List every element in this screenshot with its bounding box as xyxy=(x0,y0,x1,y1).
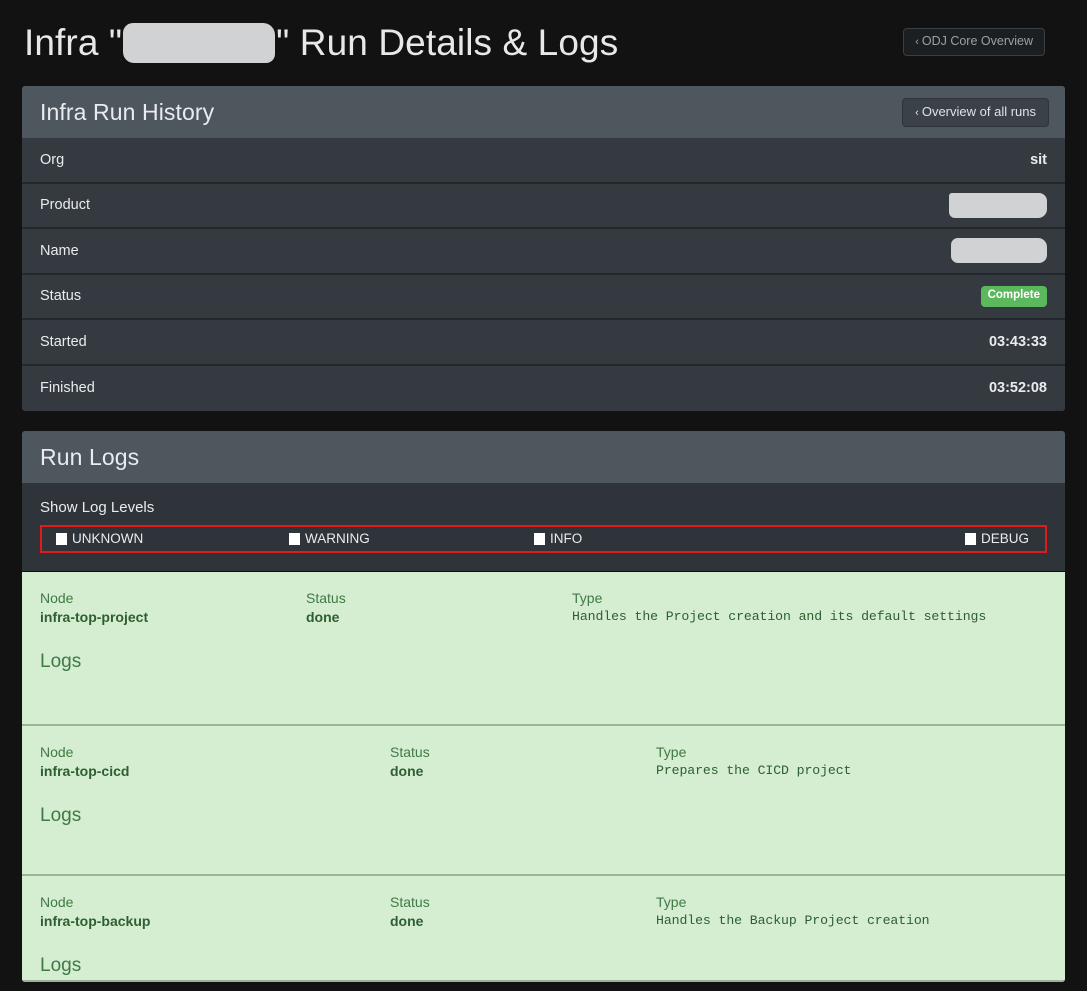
redacted-run-name xyxy=(123,23,276,63)
log-level-info[interactable]: INFO xyxy=(534,531,779,546)
log-level-filter: Show Log Levels UNKNOWN WARNING INFO DEB… xyxy=(22,483,1065,571)
column-header-type: Type xyxy=(572,590,603,606)
checkbox-icon[interactable] xyxy=(56,532,67,545)
list-item[interactable]: Node infra-top-project Status done Type … xyxy=(22,571,1065,726)
page-title-suffix: " Run Details & Logs xyxy=(276,22,619,63)
overview-of-all-runs-label: Overview of all runs xyxy=(921,104,1036,119)
list-item[interactable]: Node infra-top-backup Status done Type H… xyxy=(22,876,1065,982)
table-row: Status Complete xyxy=(22,274,1065,320)
column-header-status: Status xyxy=(306,590,346,606)
log-card-logs-label: Logs xyxy=(40,955,82,976)
log-level-debug-label: DEBUG xyxy=(980,531,1029,546)
run-history-title: Infra Run History xyxy=(40,98,215,125)
overview-of-all-runs-button[interactable]: ‹ Overview of all runs xyxy=(902,98,1049,127)
table-row: Org sit xyxy=(22,138,1065,184)
column-header-status: Status xyxy=(390,894,430,910)
page-header: Infra " " Run Details & Logs ‹ ODJ Core O… xyxy=(22,0,1065,86)
checkbox-icon[interactable] xyxy=(534,532,545,545)
app-root: Infra " " Run Details & Logs ‹ ODJ Core O… xyxy=(0,0,1087,991)
log-card-node-value: infra-top-cicd xyxy=(40,763,130,779)
row-value-started: 03:43:33 xyxy=(988,333,1047,350)
log-card-logs-label: Logs xyxy=(40,805,82,826)
run-logs-title: Run Logs xyxy=(40,443,140,470)
column-header-node: Node xyxy=(40,590,74,606)
row-value-org: sit xyxy=(1030,151,1047,168)
row-key-started: Started xyxy=(40,333,87,350)
column-header-type: Type xyxy=(656,894,687,910)
odj-core-overview-button[interactable]: ‹ ODJ Core Overview xyxy=(903,28,1045,56)
log-level-debug[interactable]: DEBUG xyxy=(779,531,1043,546)
log-card-status-value: done xyxy=(306,609,340,625)
redacted-name-value xyxy=(951,238,1047,264)
column-header-type: Type xyxy=(656,744,687,760)
log-card-logs-label: Logs xyxy=(40,651,82,672)
run-history-header: Infra Run History ‹ Overview of all runs xyxy=(22,86,1065,138)
log-card-type-column: Type Prepares the CICD project xyxy=(656,744,1047,779)
log-card-status-column: Status done xyxy=(306,590,572,625)
row-key-status: Status xyxy=(40,288,82,305)
log-card-status-value: done xyxy=(390,913,424,929)
column-header-node: Node xyxy=(40,894,74,910)
row-key-name: Name xyxy=(40,242,79,259)
chevron-left-icon: ‹ xyxy=(915,36,919,48)
page-title: Infra " " Run Details & Logs xyxy=(24,22,618,64)
column-header-node: Node xyxy=(40,744,74,760)
log-level-warning-label: WARNING xyxy=(305,531,370,546)
log-card-type-value: Handles the Project creation and its def… xyxy=(572,609,987,624)
table-row: Finished 03:52:08 xyxy=(22,365,1065,411)
log-card-node-value: infra-top-project xyxy=(40,609,149,625)
table-row: Name xyxy=(22,229,1065,275)
log-card-type-value: Handles the Backup Project creation xyxy=(656,913,930,928)
log-card-type-column: Type Handles the Backup Project creation xyxy=(656,894,1047,929)
run-logs-header: Run Logs xyxy=(22,431,1065,483)
row-key-org: Org xyxy=(40,151,65,168)
log-level-checkbox-group: UNKNOWN WARNING INFO DEBUG xyxy=(40,525,1047,553)
row-key-finished: Finished xyxy=(40,380,95,397)
row-value-finished: 03:52:08 xyxy=(988,380,1047,397)
log-level-unknown-label: UNKNOWN xyxy=(72,531,144,546)
log-card-status-column: Status done xyxy=(390,744,656,779)
log-card-list: Node infra-top-project Status done Type … xyxy=(22,571,1065,982)
log-card-node-column: Node infra-top-backup xyxy=(40,894,390,929)
odj-core-overview-label: ODJ Core Overview xyxy=(921,34,1033,48)
table-row: Product xyxy=(22,183,1065,229)
row-key-product: Product xyxy=(40,197,90,214)
chevron-left-icon: ‹ xyxy=(915,107,919,119)
log-card-status-column: Status done xyxy=(390,894,656,929)
log-level-info-label: INFO xyxy=(550,531,583,546)
redacted-product-value xyxy=(949,192,1047,218)
show-log-levels-label: Show Log Levels xyxy=(40,499,155,516)
log-card-node-value: infra-top-backup xyxy=(40,913,151,929)
page-title-prefix: Infra " xyxy=(24,22,123,63)
log-card-type-value: Prepares the CICD project xyxy=(656,763,852,778)
log-card-status-value: done xyxy=(390,763,424,779)
log-card-node-column: Node infra-top-project xyxy=(40,590,306,625)
checkbox-icon[interactable] xyxy=(289,532,300,545)
list-item[interactable]: Node infra-top-cicd Status done Type Pre… xyxy=(22,726,1065,876)
status-badge: Complete xyxy=(980,286,1047,307)
log-card-type-column: Type Handles the Project creation and it… xyxy=(572,590,1047,625)
run-logs-panel: Run Logs Show Log Levels UNKNOWN WARNING… xyxy=(22,431,1065,982)
log-level-unknown[interactable]: UNKNOWN xyxy=(44,531,289,546)
column-header-status: Status xyxy=(390,744,430,760)
log-card-node-column: Node infra-top-cicd xyxy=(40,744,390,779)
table-row: Started 03:43:33 xyxy=(22,320,1065,366)
log-level-warning[interactable]: WARNING xyxy=(289,531,534,546)
infra-run-history-panel: Infra Run History ‹ Overview of all runs … xyxy=(22,86,1065,411)
checkbox-icon[interactable] xyxy=(964,532,976,545)
